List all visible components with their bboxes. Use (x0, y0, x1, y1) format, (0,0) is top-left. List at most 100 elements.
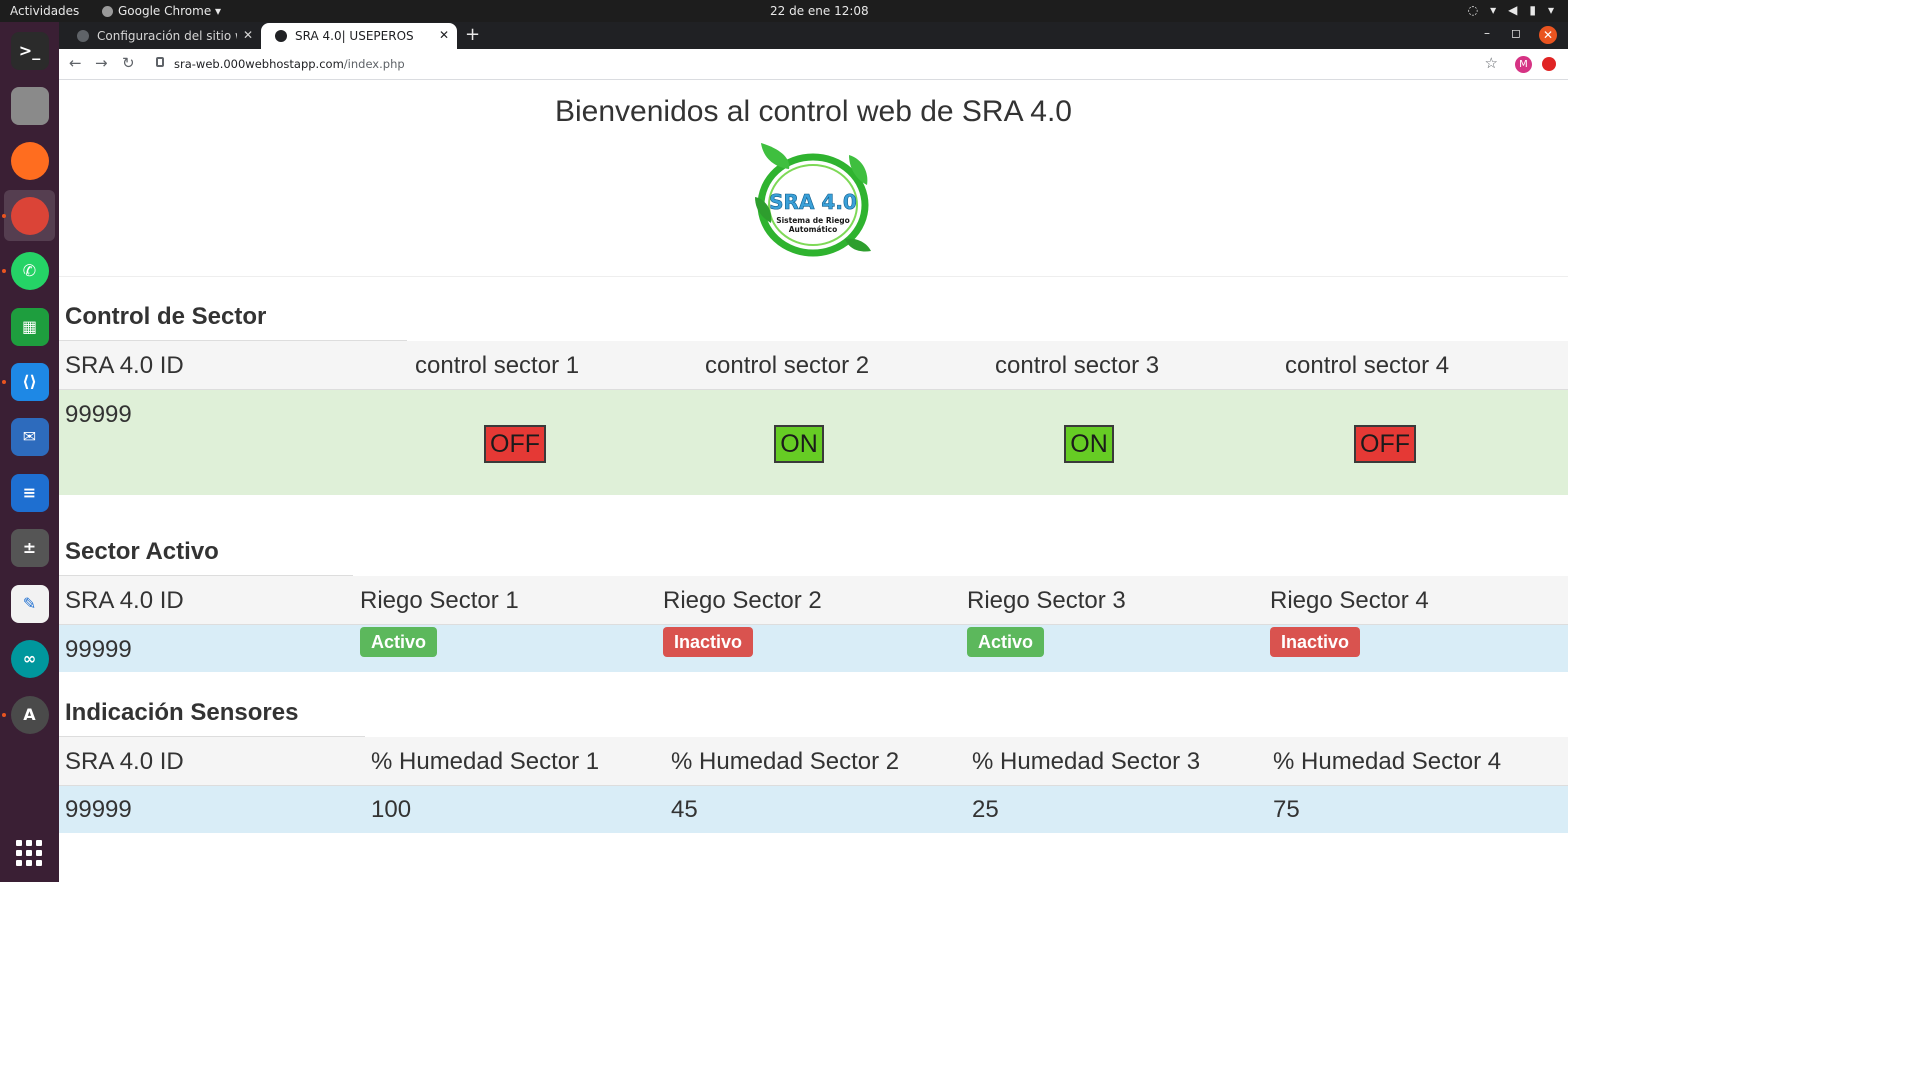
dock-calculator[interactable]: ± (4, 522, 55, 573)
system-top-bar: Actividades Google Chrome ▾ 22 de ene 12… (0, 0, 1568, 22)
control-heading: Control de Sector (65, 303, 267, 330)
dock-text-editor[interactable]: ✎ (4, 578, 55, 629)
active-col-sector-3: Riego Sector 3 (967, 587, 1126, 614)
new-tab-button[interactable]: + (465, 24, 480, 45)
dock-files[interactable] (4, 80, 55, 131)
dock-software-updater[interactable]: A (4, 689, 55, 740)
app-menu-label: Google Chrome ▾ (118, 4, 222, 18)
whatsapp-icon: ✆ (10, 251, 49, 290)
dock-terminal[interactable]: >_ (4, 25, 55, 76)
bookmark-star-icon[interactable]: ☆ (1485, 54, 1498, 72)
control-col-sector-3: control sector 3 (995, 352, 1160, 379)
running-indicator (2, 380, 6, 384)
firefox-icon (10, 141, 49, 180)
globe-icon (275, 30, 287, 42)
page-content: Bienvenidos al control web de SRA 4.0 SR… (59, 81, 1568, 882)
dock-whatsapp[interactable]: ✆ (4, 245, 55, 296)
sensors-table-row: 99999 100 45 25 75 (59, 786, 1568, 833)
tab-label: SRA 4.0| USEPEROS (295, 29, 414, 43)
control-table-row: 99999 OFF ON ON OFF (59, 390, 1568, 495)
dock-spreadsheet[interactable]: ▦ (4, 301, 55, 352)
dock: >_ ✆ ▦ ⟨⟩ ✉ ≡ ± ✎ ∞ A (0, 22, 59, 882)
volume-icon[interactable]: ◀ (1508, 3, 1517, 17)
sector-4-status-badge: Inactivo (1270, 627, 1361, 657)
logo-title: SRA 4.0 (769, 190, 857, 214)
tab-site-settings[interactable]: Configuración del sitio web ✕ (63, 23, 261, 49)
dock-firefox[interactable] (4, 135, 55, 186)
active-table-header: SRA 4.0 ID Riego Sector 1 Riego Sector 2… (59, 576, 1568, 625)
clock[interactable]: 22 de ene 12:08 (770, 4, 869, 18)
files-icon (10, 86, 49, 125)
battery-icon[interactable]: ▮ (1529, 3, 1536, 17)
software-updater-icon: A (10, 695, 49, 734)
chrome-icon (102, 5, 113, 17)
chrome-icon (10, 196, 49, 235)
profile-avatar[interactable]: M (1515, 56, 1532, 73)
active-col-sector-4: Riego Sector 4 (1270, 587, 1429, 614)
dock-chrome[interactable] (4, 190, 55, 241)
humidity-sector-3-value: 25 (972, 796, 999, 823)
sector-2-status-badge: Inactivo (663, 627, 754, 657)
sensors-heading: Indicación Sensores (65, 699, 299, 726)
dock-vscode[interactable]: ⟨⟩ (4, 356, 55, 407)
vscode-icon: ⟨⟩ (10, 362, 49, 401)
sensors-table-header: SRA 4.0 ID % Humedad Sector 1 % Humedad … (59, 737, 1568, 786)
minimize-icon[interactable]: – (1484, 26, 1490, 40)
extension-icon[interactable] (1542, 57, 1556, 71)
tab-sra[interactable]: SRA 4.0| USEPEROS ✕ (261, 23, 457, 49)
sector-2-toggle-button[interactable]: ON (774, 425, 824, 463)
control-col-id: SRA 4.0 ID (65, 352, 184, 379)
sector-3-status-badge: Activo (967, 627, 1045, 657)
spreadsheet-icon: ▦ (10, 307, 49, 346)
close-window-icon[interactable]: ✕ (1539, 26, 1557, 44)
dock-arduino[interactable]: ∞ (4, 633, 55, 684)
control-col-sector-2: control sector 2 (705, 352, 870, 379)
back-icon[interactable]: ← (69, 54, 82, 72)
sector-1-status-badge: Activo (360, 627, 438, 657)
control-table-header: SRA 4.0 ID control sector 1 control sect… (59, 341, 1568, 390)
humidity-sector-4-value: 75 (1273, 796, 1300, 823)
humidity-sector-2-value: 45 (671, 796, 698, 823)
tab-label: Configuración del sitio web (97, 29, 237, 43)
sensors-col-sector-4: % Humedad Sector 4 (1273, 748, 1502, 775)
text-editor-icon: ✎ (10, 584, 49, 623)
sector-1-toggle-button[interactable]: OFF (484, 425, 546, 463)
system-tray[interactable]: ◌ ▾ ◀ ▮ ▾ (1468, 3, 1554, 17)
control-row-id: 99999 (65, 401, 132, 428)
dock-writer[interactable]: ≡ (4, 467, 55, 518)
url-path: /index.php (343, 57, 405, 71)
active-row-id: 99999 (65, 636, 132, 663)
close-tab-icon[interactable]: ✕ (439, 28, 449, 42)
sensors-col-sector-3: % Humedad Sector 3 (972, 748, 1201, 775)
globe-icon (77, 30, 89, 42)
app-menu[interactable]: Google Chrome ▾ (102, 4, 221, 18)
active-table-row: 99999 Activo Inactivo Activo Inactivo (59, 625, 1568, 672)
activities-button[interactable]: Actividades (10, 4, 79, 18)
close-tab-icon[interactable]: ✕ (243, 28, 253, 42)
sector-4-toggle-button[interactable]: OFF (1354, 425, 1416, 463)
running-indicator (2, 269, 6, 273)
browser-toolbar: ← → ↻ sra-web.000webhostapp.com/index.ph… (59, 49, 1568, 80)
active-heading: Sector Activo (65, 538, 219, 565)
sensors-col-id: SRA 4.0 ID (65, 748, 184, 775)
reload-icon[interactable]: ↻ (122, 54, 135, 72)
sra-logo: SRA 4.0 Sistema de Riego Automático (755, 143, 871, 257)
sensors-row-id: 99999 (65, 796, 132, 823)
arduino-icon: ∞ (10, 639, 49, 678)
control-col-sector-1: control sector 1 (415, 352, 580, 379)
sector-3-toggle-button[interactable]: ON (1064, 425, 1114, 463)
forward-icon[interactable]: → (95, 54, 108, 72)
address-bar[interactable]: sra-web.000webhostapp.com/index.php (174, 57, 405, 71)
active-col-sector-2: Riego Sector 2 (663, 587, 822, 614)
lock-icon[interactable] (156, 57, 164, 67)
wifi-icon[interactable]: ▾ (1490, 3, 1496, 17)
url-host: sra-web.000webhostapp.com (174, 57, 344, 71)
show-applications-icon[interactable] (16, 840, 42, 866)
running-indicator (2, 713, 6, 717)
calculator-icon: ± (10, 528, 49, 567)
system-menu-arrow-icon[interactable]: ▾ (1548, 3, 1554, 17)
maximize-icon[interactable]: ◻ (1511, 26, 1521, 40)
dock-thunderbird[interactable]: ✉ (4, 411, 55, 462)
logo-subtitle-2: Automático (789, 225, 838, 234)
whatsapp-tray-icon[interactable]: ◌ (1468, 3, 1478, 17)
